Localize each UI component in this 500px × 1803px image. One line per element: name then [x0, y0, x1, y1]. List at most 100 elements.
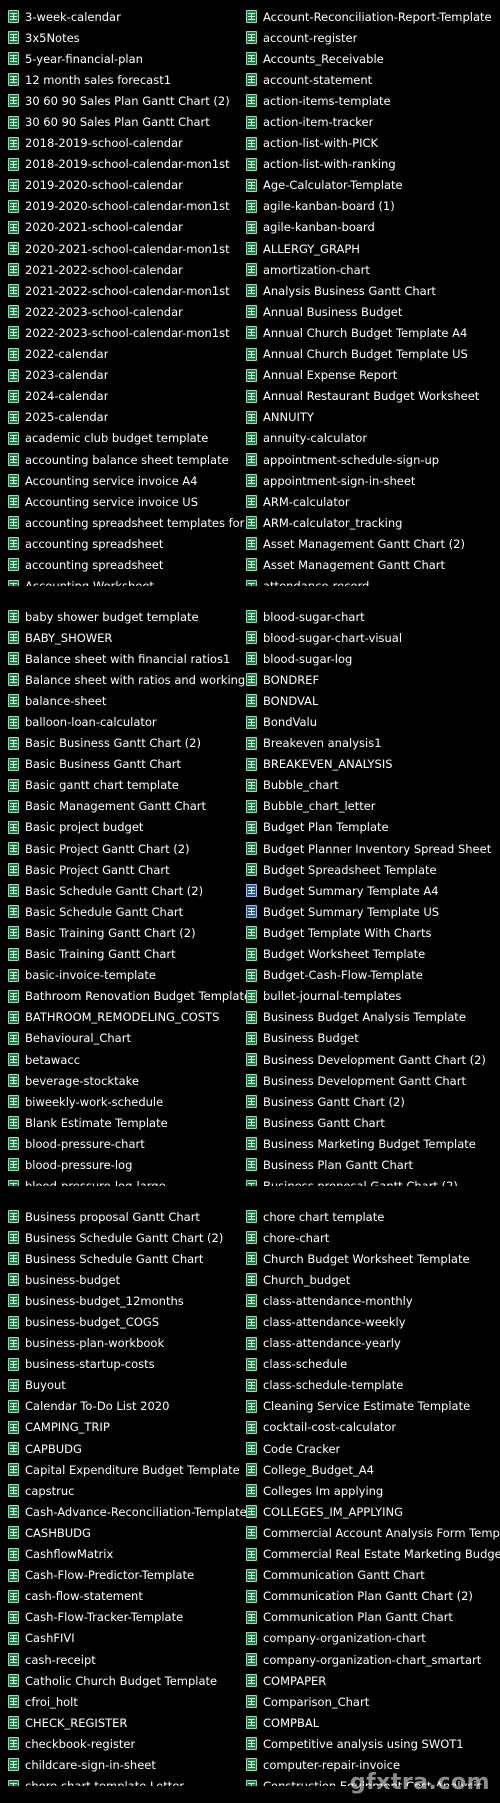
file-item[interactable]: basic-invoice-template [8, 965, 246, 986]
file-item[interactable]: Annual Expense Report [246, 365, 500, 386]
file-item[interactable]: Business Gantt Chart [246, 1112, 500, 1133]
file-item[interactable]: Business Schedule Gantt Chart [8, 1248, 246, 1269]
file-item[interactable]: company-organization-chart_smartart [246, 1649, 500, 1670]
file-item[interactable]: blood-pressure-log-large [8, 1176, 246, 1186]
file-item[interactable]: COMPBAL [246, 1712, 500, 1733]
file-item[interactable]: chore-chart [246, 1227, 500, 1248]
file-item[interactable]: 3x5Notes [8, 27, 246, 48]
file-item[interactable]: Analysis Business Gantt Chart [246, 280, 500, 301]
file-item[interactable]: Blank Estimate Template [8, 1112, 246, 1133]
file-item[interactable]: Bathroom Renovation Budget Template [8, 986, 246, 1007]
file-item[interactable]: Commercial Account Analysis Form Templat… [246, 1522, 500, 1543]
file-item[interactable]: 2023-calendar [8, 365, 246, 386]
file-item[interactable]: checkbook-register [8, 1733, 246, 1754]
file-item[interactable]: accounting spreadsheet [8, 533, 246, 554]
file-item[interactable]: Bubble_chart [246, 775, 500, 796]
file-item[interactable]: agile-kanban-board [246, 217, 500, 238]
file-item[interactable]: Communication Plan Gantt Chart [246, 1607, 500, 1628]
file-item[interactable]: blood-pressure-log [8, 1154, 246, 1175]
file-item[interactable]: action-list-with-PICK [246, 133, 500, 154]
file-item[interactable]: balloon-loan-calculator [8, 711, 246, 732]
file-item[interactable]: Cash-Advance-Reconciliation-Template [8, 1501, 246, 1522]
file-item[interactable]: business-budget [8, 1269, 246, 1290]
file-item[interactable]: Capital Expenditure Budget Template [8, 1459, 246, 1480]
file-item[interactable]: Account-Reconciliation-Report-Template [246, 6, 500, 27]
file-item[interactable]: Business Development Gantt Chart (2) [246, 1049, 500, 1070]
file-item[interactable]: Church_budget [246, 1269, 500, 1290]
file-item[interactable]: Cash-Flow-Tracker-Template [8, 1607, 246, 1628]
file-item[interactable]: Comparison_Chart [246, 1691, 500, 1712]
file-item[interactable]: Behavioural_Chart [8, 1028, 246, 1049]
file-item[interactable]: action-items-template [246, 90, 500, 111]
file-item[interactable]: Annual Church Budget Template US [246, 344, 500, 365]
file-item[interactable]: business-budget_12months [8, 1290, 246, 1311]
file-item[interactable]: appointment-sign-in-sheet [246, 470, 500, 491]
file-item[interactable]: business-startup-costs [8, 1354, 246, 1375]
file-item[interactable]: 2022-calendar [8, 344, 246, 365]
file-item[interactable]: ARM-calculator_tracking [246, 512, 500, 533]
file-item[interactable]: Business proposal Gantt Chart (2) [246, 1176, 500, 1186]
file-item[interactable]: 2022-2023-school-calendar-mon1st [8, 322, 246, 343]
file-item[interactable]: 2021-2022-school-calendar-mon1st [8, 280, 246, 301]
file-item[interactable]: cocktail-cost-calculator [246, 1417, 500, 1438]
file-item[interactable]: Church Budget Worksheet Template [246, 1248, 500, 1269]
file-item[interactable]: Basic Project Gantt Chart (2) [8, 838, 246, 859]
file-item[interactable]: class-schedule-template [246, 1375, 500, 1396]
file-item[interactable]: chore chart template [246, 1206, 500, 1227]
file-item[interactable]: Budget Spreadsheet Template [246, 859, 500, 880]
file-item[interactable]: Balance sheet with ratios and working ca [8, 669, 246, 690]
file-item[interactable]: Age-Calculator-Template [246, 175, 500, 196]
file-item[interactable]: Basic Project Gantt Chart [8, 859, 246, 880]
file-item[interactable]: 2021-2022-school-calendar [8, 259, 246, 280]
file-item[interactable]: ARM-calculator [246, 491, 500, 512]
file-item[interactable]: CASHBUDG [8, 1522, 246, 1543]
file-item[interactable]: Cash-Flow-Predictor-Template [8, 1565, 246, 1586]
file-item[interactable]: cash-flow-statement [8, 1586, 246, 1607]
file-item[interactable]: Basic gantt chart template [8, 775, 246, 796]
file-item[interactable]: Asset Management Gantt Chart [246, 554, 500, 575]
file-item[interactable]: BONDREF [246, 669, 500, 690]
file-item[interactable]: action-item-tracker [246, 111, 500, 132]
file-item[interactable]: 2025-calendar [8, 407, 246, 428]
file-item[interactable]: 2022-2023-school-calendar [8, 301, 246, 322]
file-item[interactable]: class-schedule [246, 1354, 500, 1375]
file-item[interactable]: Annual Restaurant Budget Worksheet [246, 386, 500, 407]
file-item[interactable]: Budget Summary Template A4 [246, 880, 500, 901]
file-item[interactable]: Communication Gantt Chart [246, 1565, 500, 1586]
file-item[interactable]: Basic Training Gantt Chart [8, 944, 246, 965]
file-item[interactable]: business-plan-workbook [8, 1333, 246, 1354]
file-item[interactable]: Buyout [8, 1375, 246, 1396]
file-item[interactable]: Business Marketing Budget Template [246, 1133, 500, 1154]
file-item[interactable]: Commercial Real Estate Marketing Budget … [246, 1544, 500, 1565]
file-item[interactable]: Annual Business Budget [246, 301, 500, 322]
file-item[interactable]: Balance sheet with financial ratios1 [8, 648, 246, 669]
file-item[interactable]: COLLEGES_IM_APPLYING [246, 1501, 500, 1522]
file-item[interactable]: Business Budget [246, 1028, 500, 1049]
file-item[interactable]: Accounting service invoice US [8, 491, 246, 512]
file-item[interactable]: class-attendance-monthly [246, 1290, 500, 1311]
file-item[interactable]: 2018-2019-school-calendar [8, 133, 246, 154]
file-item[interactable]: Accounting service invoice A4 [8, 470, 246, 491]
file-item[interactable]: Budget-Cash-Flow-Template [246, 965, 500, 986]
file-item[interactable]: CAPBUDG [8, 1438, 246, 1459]
file-item[interactable]: Catholic Church Budget Template [8, 1670, 246, 1691]
file-item[interactable]: BREAKEVEN_ANALYSIS [246, 754, 500, 775]
file-item[interactable]: Colleges Im applying [246, 1480, 500, 1501]
file-item[interactable]: bullet-journal-templates [246, 986, 500, 1007]
file-item[interactable]: Business Schedule Gantt Chart (2) [8, 1227, 246, 1248]
file-item[interactable]: capstruc [8, 1480, 246, 1501]
file-item[interactable]: amortization-chart [246, 259, 500, 280]
file-item[interactable]: CashflowMatrix [8, 1544, 246, 1565]
file-item[interactable]: account-statement [246, 69, 500, 90]
file-item[interactable]: ALLERGY_GRAPH [246, 238, 500, 259]
file-item[interactable]: annuity-calculator [246, 428, 500, 449]
file-item[interactable]: COMPAPER [246, 1670, 500, 1691]
file-item[interactable]: CAMPING_TRIP [8, 1417, 246, 1438]
file-item[interactable]: Bubble_chart_letter [246, 796, 500, 817]
file-item[interactable]: ANNUITY [246, 407, 500, 428]
file-item[interactable]: biweekly-work-schedule [8, 1091, 246, 1112]
file-item[interactable]: attendance-record [246, 576, 500, 586]
file-item[interactable]: childcare-sign-in-sheet [8, 1754, 246, 1775]
file-item[interactable]: Basic Schedule Gantt Chart [8, 901, 246, 922]
file-item[interactable]: Business Budget Analysis Template [246, 1007, 500, 1028]
